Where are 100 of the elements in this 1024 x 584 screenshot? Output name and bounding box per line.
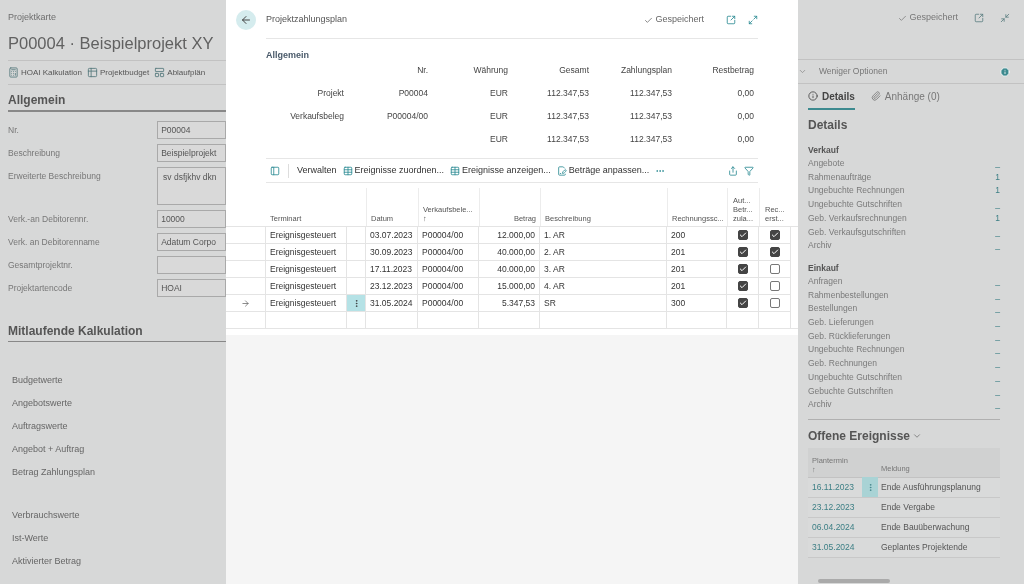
detail-count[interactable]: _: [995, 398, 1000, 412]
table-cell: Ereignisgesteuert: [266, 227, 347, 244]
tab[interactable]: Details: [808, 84, 855, 110]
toolbar-button[interactable]: Ereignisse zuordnen...: [342, 163, 445, 178]
date-link[interactable]: 31.05.2024: [808, 541, 862, 554]
row-selector-cell[interactable]: [226, 295, 266, 312]
section-heading[interactable]: Offene Ereignisse: [808, 427, 911, 444]
panel-icon[interactable]: [270, 165, 280, 176]
checkbox[interactable]: [737, 247, 748, 257]
table-icon: [450, 165, 461, 176]
text-area[interactable]: sv dsfjkhv dkn: [157, 167, 226, 205]
calculation-link[interactable]: Aktivierter Betrag: [12, 555, 226, 568]
row-selector-cell[interactable]: [226, 244, 266, 261]
detail-label: Ungebuchte Rechnungen: [808, 343, 905, 357]
options-toggle[interactable]: Weniger Optionen: [819, 65, 888, 78]
scrollbar[interactable]: [818, 579, 890, 583]
checkbox[interactable]: [737, 264, 748, 274]
detail-count[interactable]: _: [995, 157, 1000, 171]
detail-count[interactable]: _: [995, 288, 1000, 303]
detail-count[interactable]: 1: [995, 211, 1000, 226]
open-new-window-icon[interactable]: [974, 13, 984, 23]
toolbar-button[interactable]: Ereignisse anzeigen...: [450, 163, 551, 178]
summary-cell-text: 0,00: [736, 133, 754, 146]
chevron-icon[interactable]: [798, 67, 807, 76]
action-button[interactable]: HOAI Kalkulation: [8, 66, 82, 79]
checkbox[interactable]: [769, 230, 780, 240]
detail-count[interactable]: _: [995, 274, 1000, 289]
expand-icon[interactable]: [748, 15, 758, 25]
filter-icon[interactable]: [744, 165, 754, 176]
summary-cell-text: 0,00: [736, 87, 754, 100]
detail-count[interactable]: _: [995, 343, 1000, 358]
detail-count[interactable]: _: [995, 329, 1000, 344]
table-cell: [347, 244, 366, 261]
detail-label: Bestellungen: [808, 302, 858, 316]
tab[interactable]: Anhänge (0): [870, 84, 940, 110]
table-cell: P00004/00: [418, 261, 479, 278]
table-cell: 03.07.2023: [366, 227, 418, 244]
toolbar-button[interactable]: Verwalten: [297, 163, 337, 178]
table-cell: P00004/00: [418, 227, 479, 244]
calculation-link[interactable]: Auftragswerte: [12, 420, 226, 433]
detail-count[interactable]: _: [995, 302, 1000, 317]
row-menu[interactable]: [347, 295, 366, 312]
input-field[interactable]: Beispielprojekt: [157, 144, 226, 162]
field-label: Nr.: [8, 124, 20, 137]
input-field[interactable]: P00004: [157, 121, 226, 139]
detail-count[interactable]: _: [995, 198, 1000, 212]
summary-cell-text: P00004/00: [385, 110, 428, 123]
checkbox[interactable]: [769, 281, 780, 291]
calculation-link[interactable]: Angebot + Auftrag: [12, 443, 226, 456]
check-icon: [898, 13, 908, 23]
detail-count[interactable]: _: [995, 357, 1000, 371]
detail-count[interactable]: _: [995, 239, 1000, 253]
detail-label: Anfragen: [808, 274, 843, 288]
input-field[interactable]: HOAI: [157, 279, 226, 297]
detail-label: Geb. Verkaufsgutschriften: [808, 225, 906, 239]
breadcrumb[interactable]: Projektkarte: [8, 12, 226, 23]
collapse-icon[interactable]: [1000, 13, 1010, 23]
row-selector-cell[interactable]: [226, 227, 266, 244]
summary-cell-text: 112.347,53: [629, 87, 672, 100]
detail-count[interactable]: _: [995, 316, 1000, 330]
calculation-link[interactable]: Budgetwerte: [12, 374, 226, 387]
input-field[interactable]: 10000: [157, 210, 226, 228]
detail-count[interactable]: _: [995, 225, 1000, 240]
checkbox[interactable]: [769, 264, 780, 274]
table-cell-text: Ende Bauüberwachung: [880, 521, 970, 534]
checkbox[interactable]: [737, 298, 748, 308]
table-cell: 17.11.2023: [366, 261, 418, 278]
checkbox[interactable]: [737, 281, 748, 291]
action-button[interactable]: Ablaufplän: [154, 66, 206, 79]
checkbox[interactable]: [769, 298, 780, 308]
calculation-link[interactable]: Verbrauchswerte: [12, 509, 226, 522]
checkbox[interactable]: [769, 247, 780, 257]
open-new-window-icon[interactable]: [726, 15, 736, 25]
summary-cell-text: EUR: [489, 87, 508, 100]
toolbar-button[interactable]: Beträge anpassen...: [556, 163, 650, 178]
calculation-link[interactable]: Ist-Werte: [12, 532, 226, 545]
table-cell: 40.000,00: [479, 261, 540, 278]
date-link[interactable]: 06.04.2024: [808, 521, 862, 534]
date-link[interactable]: 16.11.2023: [808, 481, 862, 494]
row-selector-cell[interactable]: [226, 278, 266, 295]
action-button[interactable]: Projektbudget: [86, 66, 150, 79]
checkbox[interactable]: [737, 230, 748, 240]
column-header: Restbetrag: [711, 64, 754, 77]
info-icon[interactable]: [1000, 66, 1010, 77]
table-cell: Ereignisgesteuert: [266, 261, 347, 278]
section-heading[interactable]: Allgemein: [266, 49, 758, 61]
detail-count[interactable]: 1: [995, 184, 1000, 199]
back-button[interactable]: [236, 10, 256, 30]
detail-count[interactable]: _: [995, 370, 1000, 385]
share-icon[interactable]: [728, 165, 738, 176]
row-menu[interactable]: [862, 477, 878, 498]
detail-count[interactable]: 1: [995, 170, 1000, 185]
detail-count[interactable]: _: [995, 384, 1000, 399]
input-field[interactable]: [157, 256, 226, 274]
input-field[interactable]: Adatum Corpo: [157, 233, 226, 251]
row-selector-cell[interactable]: [226, 261, 266, 278]
calculation-link[interactable]: Angebotswerte: [12, 397, 226, 410]
calculation-link[interactable]: Betrag Zahlungsplan: [12, 466, 226, 479]
summary-cell-text: 112.347,53: [629, 110, 672, 123]
date-link[interactable]: 23.12.2023: [808, 501, 862, 514]
